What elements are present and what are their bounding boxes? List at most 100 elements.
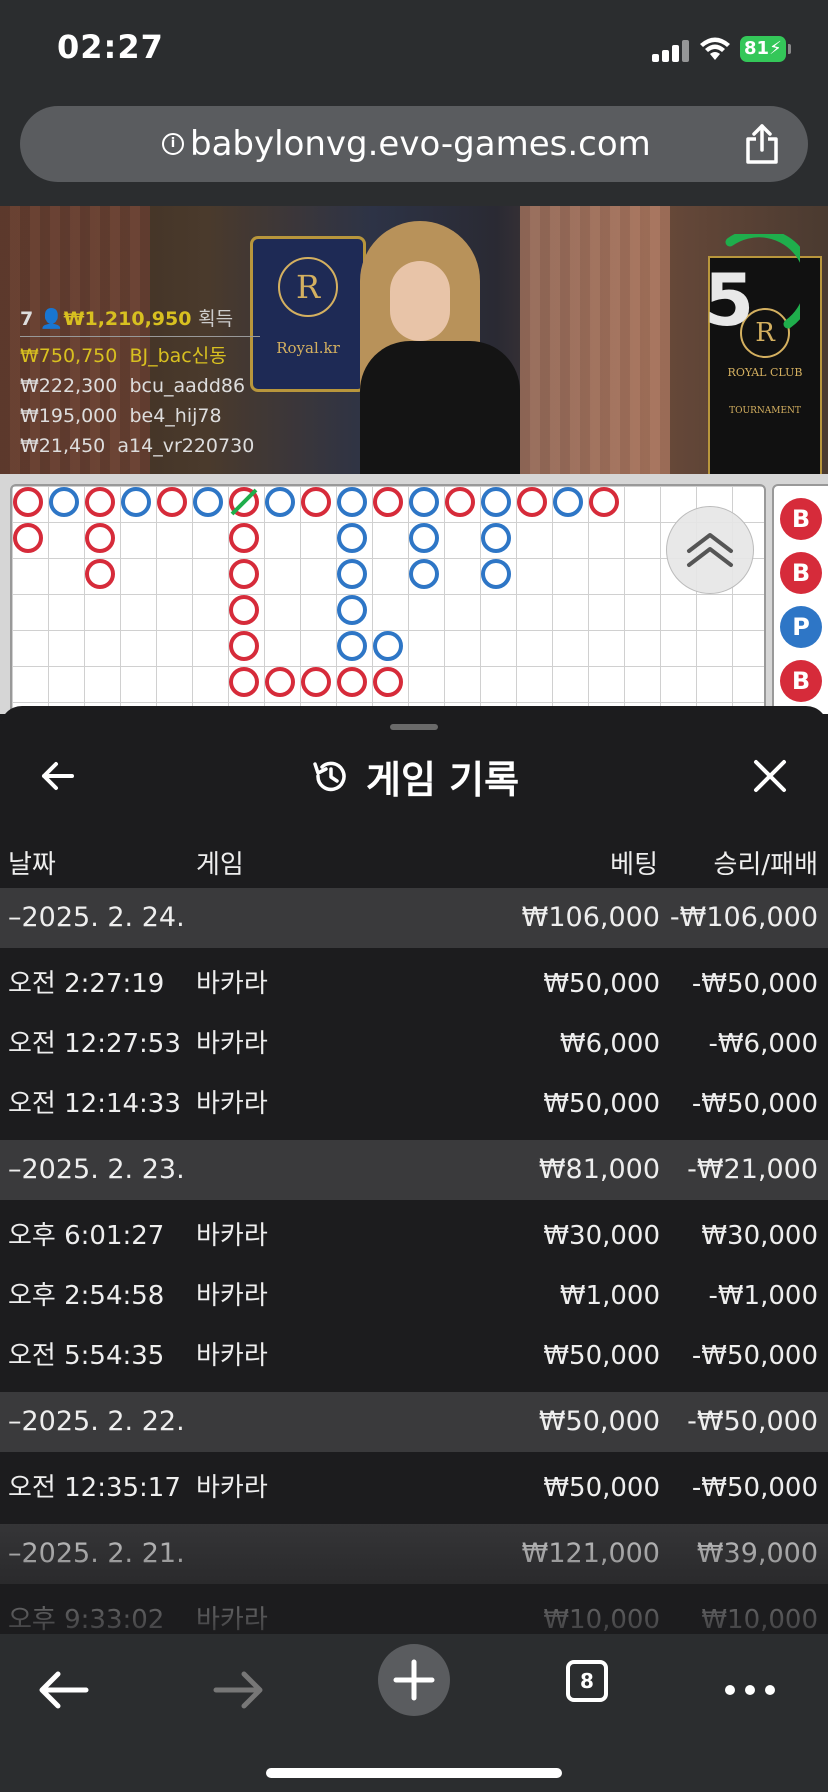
group-bet-total: ₩81,000 — [538, 1154, 660, 1185]
group-date: –2025. 2. 22. — [8, 1406, 185, 1437]
player-win-mark — [481, 487, 511, 517]
row-result: ₩30,000 — [701, 1221, 818, 1251]
back-arrow-icon[interactable] — [24, 1644, 104, 1724]
history-row[interactable]: 오전 12:35:17 바카라 ₩50,000 -₩50,000 — [0, 1458, 828, 1518]
curtain-right — [520, 206, 670, 474]
row-time: 오전 12:35:17 — [8, 1473, 181, 1503]
player-win-mark — [337, 595, 367, 625]
row-game: 바카라 — [196, 1029, 268, 1059]
player-win-mark — [337, 631, 367, 661]
close-icon[interactable] — [750, 756, 790, 796]
row-result: -₩50,000 — [691, 1089, 818, 1119]
date-group-row[interactable]: –2025. 2. 24. ₩106,000 -₩106,000 — [0, 888, 828, 948]
row-time: 오후 6:01:27 — [8, 1221, 165, 1251]
live-dealer-video[interactable]: R Royal.kr R ROYAL CLUB TOURNAMENT 5 7 👤… — [0, 206, 828, 474]
banker-win-mark — [229, 559, 259, 589]
banker-win-mark — [229, 631, 259, 661]
banker-win-mark — [229, 595, 259, 625]
banker-win-mark — [445, 487, 475, 517]
winners-list: 7 👤₩1,210,950 획득 ₩750,750 BJ_bac신동 ₩222,… — [20, 304, 260, 461]
date-group-row[interactable]: –2025. 2. 21. ₩121,000 ₩39,000 — [0, 1524, 828, 1584]
game-history-sheet: 게임 기록 날짜 게임 베팅 승리/패배 –2025. 2. 24. ₩106,… — [0, 706, 828, 1634]
history-icon — [313, 761, 346, 792]
row-game: 바카라 — [196, 1089, 268, 1119]
sheet-grabber[interactable] — [390, 724, 438, 730]
banker-win-mark — [85, 487, 115, 517]
baccarat-roadmap: B B P B — [0, 474, 828, 714]
logo-text: Royal.kr — [276, 339, 340, 357]
info-icon[interactable]: i — [162, 133, 184, 155]
history-row[interactable]: 오전 2:27:19 바카라 ₩50,000 -₩50,000 — [0, 954, 828, 1014]
wifi-icon — [700, 37, 730, 60]
history-row[interactable]: 오전 5:54:35 바카라 ₩50,000 -₩50,000 — [0, 1326, 828, 1386]
expand-roadmap-button[interactable] — [666, 506, 754, 594]
row-time: 오전 5:54:35 — [8, 1341, 165, 1371]
group-result-total: -₩21,000 — [687, 1154, 818, 1185]
player-win-mark — [409, 487, 439, 517]
history-row[interactable]: 오후 2:54:58 바카라 ₩1,000 -₩1,000 — [0, 1266, 828, 1326]
row-time: 오후 2:54:58 — [8, 1281, 165, 1311]
bead-player: P — [780, 606, 822, 648]
dealer-figure — [360, 221, 530, 474]
url-text[interactable]: babylonvg.evo-games.com — [190, 124, 651, 164]
row-bet: ₩1,000 — [559, 1281, 660, 1311]
back-arrow-icon[interactable] — [38, 756, 78, 796]
banker-win-mark — [229, 667, 259, 697]
player-win-mark — [337, 523, 367, 553]
sheet-title: 게임 기록 — [310, 748, 519, 804]
player-win-mark — [409, 523, 439, 553]
winner-row: ₩222,300 bcu_aadd86 — [20, 375, 246, 397]
royal-logo-icon: R — [278, 257, 338, 317]
row-bet: ₩30,000 — [543, 1221, 660, 1251]
battery-tip — [788, 44, 791, 54]
group-bet-total: ₩106,000 — [521, 902, 660, 933]
winner-row: ₩21,450 a14_vr220730 — [20, 435, 255, 457]
address-bar[interactable]: i babylonvg.evo-games.com — [20, 106, 808, 182]
status-time: 02:27 — [57, 28, 164, 66]
group-result-total: -₩106,000 — [669, 902, 818, 933]
player-win-mark — [481, 523, 511, 553]
player-win-mark — [49, 487, 79, 517]
row-time: 오전 2:27:19 — [8, 969, 165, 999]
date-group-row[interactable]: –2025. 2. 22. ₩50,000 -₩50,000 — [0, 1392, 828, 1452]
player-win-mark — [265, 487, 295, 517]
winner-row: ₩195,000 be4_hij78 — [20, 405, 222, 427]
winner-count: 7 — [20, 308, 34, 330]
history-row[interactable]: 오후 6:01:27 바카라 ₩30,000 ₩30,000 — [0, 1206, 828, 1266]
row-result: -₩50,000 — [691, 1473, 818, 1503]
row-bet: ₩50,000 — [543, 1089, 660, 1119]
history-row[interactable]: 오후 9:33:02 바카라 ₩10,000 ₩10,000 — [0, 1590, 828, 1634]
history-row[interactable]: 오전 12:27:53 바카라 ₩6,000 -₩6,000 — [0, 1014, 828, 1074]
banker-win-mark — [229, 523, 259, 553]
row-result: -₩50,000 — [691, 969, 818, 999]
banker-win-mark — [517, 487, 547, 517]
trophy-text-line2: TOURNAMENT — [729, 406, 801, 416]
player-win-mark — [193, 487, 223, 517]
forward-arrow-icon[interactable] — [198, 1644, 278, 1724]
big-road-marks — [13, 487, 619, 697]
group-date: –2025. 2. 23. — [8, 1154, 185, 1185]
sheet-title-text: 게임 기록 — [366, 757, 520, 802]
casino-logo-panel: R Royal.kr — [250, 236, 366, 392]
history-row[interactable]: 오전 12:14:33 바카라 ₩50,000 -₩50,000 — [0, 1074, 828, 1134]
more-icon[interactable] — [710, 1644, 790, 1724]
player-win-mark — [409, 559, 439, 589]
row-bet: ₩50,000 — [543, 1473, 660, 1503]
player-win-mark — [481, 559, 511, 589]
group-bet-total: ₩121,000 — [521, 1538, 660, 1569]
tabs-button[interactable]: 8 — [566, 1660, 608, 1702]
group-date: –2025. 2. 24. — [8, 902, 185, 933]
date-group-row[interactable]: –2025. 2. 23. ₩81,000 -₩21,000 — [0, 1140, 828, 1200]
banker-win-mark — [301, 667, 331, 697]
history-table: –2025. 2. 24. ₩106,000 -₩106,000 오전 2:27… — [0, 888, 828, 1634]
home-indicator — [266, 1768, 562, 1778]
row-game: 바카라 — [196, 1341, 268, 1371]
banker-win-mark — [157, 487, 187, 517]
player-win-mark — [337, 487, 367, 517]
row-bet: ₩50,000 — [543, 1341, 660, 1371]
new-tab-button[interactable] — [378, 1644, 450, 1716]
banker-win-mark — [589, 487, 619, 517]
share-icon[interactable] — [744, 124, 780, 164]
row-result: -₩50,000 — [691, 1341, 818, 1371]
group-date: –2025. 2. 21. — [8, 1538, 185, 1569]
